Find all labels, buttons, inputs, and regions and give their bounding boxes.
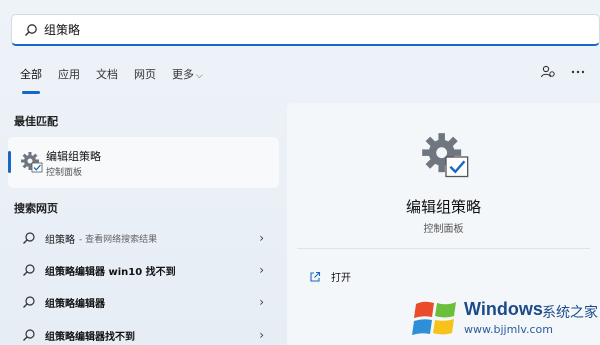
search-icon bbox=[24, 23, 38, 37]
tab-more[interactable]: 更多 ⌵ bbox=[172, 66, 203, 86]
tab-label: 应用 bbox=[58, 68, 80, 81]
watermark-url: www.bjjmlv.com bbox=[464, 323, 553, 336]
web-result-item[interactable]: 组策略编辑器 › bbox=[14, 292, 272, 312]
chevron-right-icon: › bbox=[259, 263, 264, 277]
tab-web[interactable]: 网页 bbox=[134, 66, 156, 86]
best-match-item[interactable]: 编辑组策略 控制面板 bbox=[8, 137, 279, 188]
watermark-brand: Windows bbox=[464, 299, 543, 319]
best-match-subtitle: 控制面板 bbox=[46, 168, 83, 178]
chevron-down-icon: ⌵ bbox=[196, 71, 203, 81]
selection-indicator bbox=[8, 151, 11, 173]
search-bar[interactable] bbox=[11, 14, 600, 46]
open-action[interactable]: 打开 bbox=[309, 269, 351, 284]
open-label: 打开 bbox=[331, 273, 351, 284]
search-input[interactable] bbox=[44, 22, 344, 37]
web-result-label: 组策略编辑器 bbox=[45, 298, 105, 310]
tab-label: 更多 bbox=[172, 68, 194, 81]
account-switch-icon[interactable] bbox=[540, 64, 556, 80]
tab-documents[interactable]: 文档 bbox=[96, 66, 118, 86]
tab-label: 全部 bbox=[20, 68, 42, 81]
chevron-right-icon: › bbox=[259, 328, 264, 342]
preview-title: 编辑组策略 bbox=[405, 198, 481, 216]
web-result-item[interactable]: 组策略编辑器 win10 找不到 › bbox=[14, 260, 272, 280]
search-icon bbox=[22, 263, 36, 277]
top-right-actions bbox=[540, 64, 586, 80]
chevron-right-icon: › bbox=[259, 295, 264, 309]
tab-all[interactable]: 全部 bbox=[20, 66, 42, 94]
best-match-heading: 最佳匹配 bbox=[14, 115, 58, 128]
open-external-icon bbox=[309, 271, 321, 283]
tab-label: 文档 bbox=[96, 68, 118, 81]
web-result-label: 组策略 bbox=[45, 234, 75, 246]
filter-tabs: 全部 应用 文档 网页 更多 ⌵ bbox=[20, 66, 219, 94]
search-icon bbox=[22, 328, 36, 342]
web-result-label: 组策略编辑器 win10 找不到 bbox=[45, 266, 176, 278]
group-policy-icon bbox=[420, 131, 472, 183]
search-web-heading: 搜索网页 bbox=[14, 202, 58, 215]
tab-apps[interactable]: 应用 bbox=[58, 66, 80, 86]
divider bbox=[297, 248, 590, 249]
tab-label: 网页 bbox=[134, 68, 156, 81]
windows-logo-icon bbox=[412, 301, 456, 335]
more-options-icon[interactable] bbox=[570, 64, 586, 80]
watermark: Windows 系统之家 www.bjjmlv.com bbox=[408, 290, 600, 345]
group-policy-icon bbox=[20, 151, 44, 175]
web-result-label: 组策略编辑器找不到 bbox=[45, 331, 135, 343]
web-result-item[interactable]: 组策略编辑器找不到 › bbox=[14, 325, 272, 345]
preview-subtitle: 控制面板 bbox=[423, 224, 464, 235]
search-icon bbox=[22, 231, 36, 245]
web-result-hint: - 查看网络搜索结果 bbox=[79, 234, 158, 245]
web-result-item[interactable]: 组策略 - 查看网络搜索结果 › bbox=[14, 228, 272, 248]
search-icon bbox=[22, 295, 36, 309]
best-match-title: 编辑组策略 bbox=[46, 150, 101, 163]
chevron-right-icon: › bbox=[259, 231, 264, 245]
watermark-brand-cn: 系统之家 bbox=[542, 305, 598, 321]
